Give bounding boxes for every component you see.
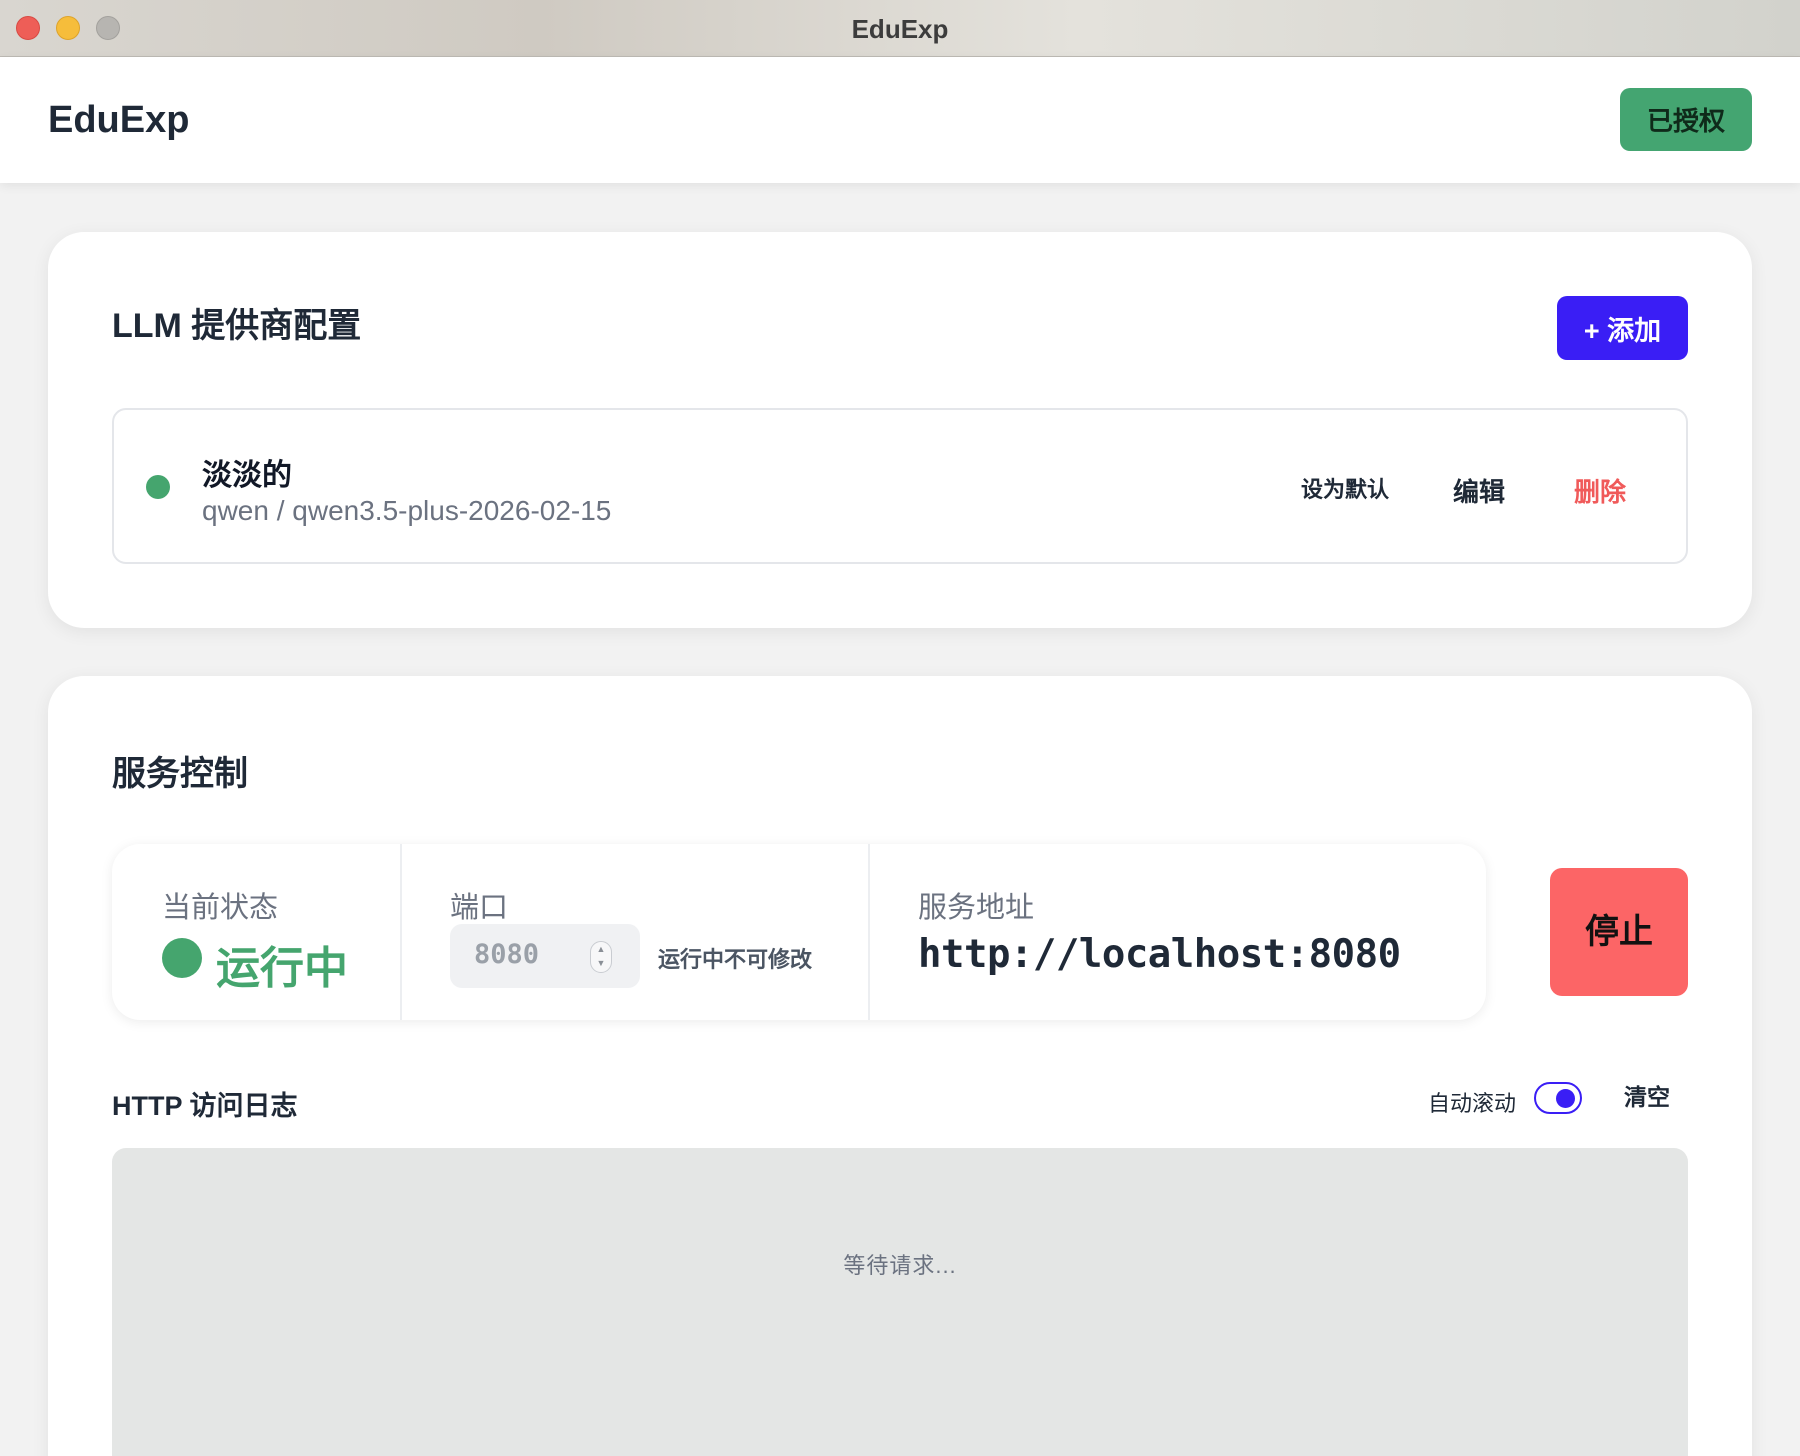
running-indicator-dot [162,938,202,978]
add-provider-button[interactable]: + 添加 [1557,296,1688,360]
provider-model: qwen / qwen3.5-plus-2026-02-15 [202,495,612,526]
title-bar: EduExp [0,0,1800,57]
provider-name: 淡淡的 [202,459,292,492]
autoscroll-toggle[interactable] [1534,1082,1582,1114]
service-card-title: 服务控制 [112,755,248,793]
autoscroll-label: 自动滚动 [1428,1091,1517,1116]
edit-provider-button[interactable]: 编辑 [1453,472,1505,509]
port-input[interactable]: 8080 ▲ ▼ [450,924,640,988]
app-header: EduExp 已授权 [0,57,1800,183]
stop-service-button[interactable]: 停止 [1550,868,1688,996]
service-stats: 当前状态 运行中 端口 8080 ▲ ▼ 运行中不可修改 服务地址 http://… [112,844,1486,1020]
set-default-button[interactable]: 设为默认 [1301,472,1389,504]
app-window: EduExp EduExp 已授权 LLM 提供商配置 + 添加 淡淡的 qwe… [0,0,1800,1456]
status-label: 当前状态 [162,892,279,924]
port-note: 运行中不可修改 [658,947,813,972]
delete-provider-button[interactable]: 删除 [1574,472,1626,509]
authorized-button[interactable]: 已授权 [1620,88,1752,151]
llm-card-title: LLM 提供商配置 [112,307,362,345]
service-address: http://localhost:8080 [918,932,1401,977]
port-section: 端口 8080 ▲ ▼ 运行中不可修改 [402,844,870,1020]
address-label: 服务地址 [918,892,1035,924]
service-control-card: 服务控制 当前状态 运行中 端口 8080 ▲ ▼ 运行中不可修改 服务地址 ht… [48,676,1752,1456]
clear-log-button[interactable]: 清空 [1624,1078,1670,1112]
log-empty-text: 等待请求... [843,1253,957,1278]
http-log-area[interactable]: 等待请求... [112,1148,1688,1456]
status-value: 运行中 [216,944,348,993]
window-title: EduExp [851,14,949,44]
provider-row[interactable]: 淡淡的 qwen / qwen3.5-plus-2026-02-15 设为默认 … [112,408,1688,564]
app-name: EduExp [48,99,190,141]
port-stepper[interactable]: ▲ ▼ [590,941,612,973]
status-section: 当前状态 运行中 [112,844,402,1020]
toggle-knob [1556,1089,1575,1108]
address-section: 服务地址 http://localhost:8080 [870,844,1486,1020]
http-log-title: HTTP 访问日志 [112,1091,298,1121]
port-value: 8080 [474,939,540,970]
llm-provider-card: LLM 提供商配置 + 添加 淡淡的 qwen / qwen3.5-plus-2… [48,232,1752,628]
provider-status-dot [146,475,170,499]
port-label: 端口 [450,892,509,924]
